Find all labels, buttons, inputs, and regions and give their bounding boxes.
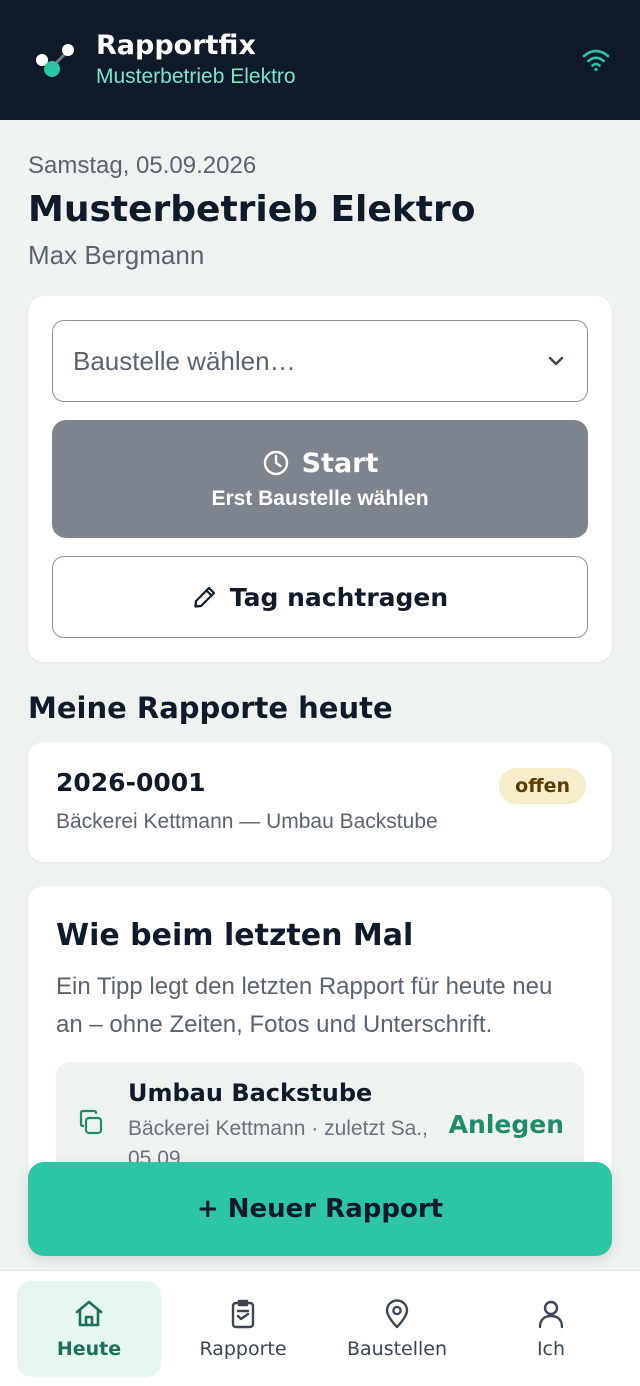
chevron-down-icon (548, 356, 564, 366)
site-select[interactable]: Baustelle wählen… (52, 320, 588, 402)
pencil-icon (194, 586, 215, 608)
home-icon (75, 1300, 103, 1326)
wifi-icon (582, 49, 610, 72)
copy-icon (79, 1109, 103, 1135)
user-name: Max Bergmann (28, 240, 205, 270)
user-icon (538, 1300, 564, 1328)
start-button-row: Start (262, 447, 379, 479)
nav-item-reports[interactable]: Rapporte (171, 1281, 315, 1377)
clock-icon (263, 450, 288, 476)
repeat-last-item-title: Umbau Backstube (128, 1079, 373, 1107)
app-logo-icon (36, 44, 74, 77)
site-select-placeholder: Baustelle wählen… (73, 345, 296, 376)
nav-label: Heute (56, 1337, 122, 1360)
clipboard-icon (231, 1299, 255, 1328)
start-button-hint: Erst Baustelle wählen (211, 486, 429, 510)
app-subtitle: Musterbetrieb Elektro (96, 65, 296, 88)
app-header: Rapportfix Musterbetrieb Elektro (0, 0, 640, 120)
backfill-day-button[interactable]: Tag nachtragen (52, 556, 588, 638)
page-title: Musterbetrieb Elektro (28, 189, 476, 230)
start-card: Baustelle wählen… Start Erst Baustelle w… (28, 296, 612, 662)
main-content: Samstag, 05.09.2026 Musterbetrieb Elektr… (0, 120, 640, 1186)
create-from-last-button[interactable]: Anlegen (449, 1110, 564, 1139)
current-date: Samstag, 05.09.2026 (28, 152, 257, 179)
status-badge: offen (499, 768, 586, 804)
bottom-nav: Heute Rapporte Baustellen Ich (0, 1270, 640, 1386)
report-list-item[interactable]: 2026-0001 Bäckerei Kettmann — Umbau Back… (28, 742, 612, 862)
brand: Rapportfix Musterbetrieb Elektro (96, 29, 580, 91)
nav-item-sites[interactable]: Baustellen (325, 1281, 469, 1377)
nav-label: Rapporte (199, 1337, 287, 1360)
nav-item-me[interactable]: Ich (479, 1281, 623, 1377)
repeat-last-item-main: Umbau Backstube Bäckerei Kettmann · zule… (128, 1078, 449, 1174)
nav-item-today[interactable]: Heute (17, 1280, 161, 1377)
nav-label: Ich (536, 1337, 566, 1360)
report-description: Bäckerei Kettmann — Umbau Backstube (56, 810, 438, 833)
app-title: Rapportfix (96, 30, 256, 61)
repeat-last-text: Ein Tipp legt den letzten Rapport für he… (56, 973, 553, 1038)
new-report-button[interactable]: + Neuer Rapport (28, 1162, 612, 1256)
start-button[interactable]: Start Erst Baustelle wählen (52, 420, 588, 538)
start-button-label: Start (301, 447, 379, 479)
reports-today-title: Meine Rapporte heute (28, 691, 393, 725)
nav-label: Baustellen (346, 1337, 448, 1360)
location-pin-icon (385, 1298, 409, 1328)
repeat-last-title: Wie beim letzten Mal (56, 918, 414, 953)
repeat-last-card: Wie beim letzten Mal Ein Tipp legt den l… (28, 886, 612, 1186)
backfill-day-label: Tag nachtragen (229, 582, 449, 612)
